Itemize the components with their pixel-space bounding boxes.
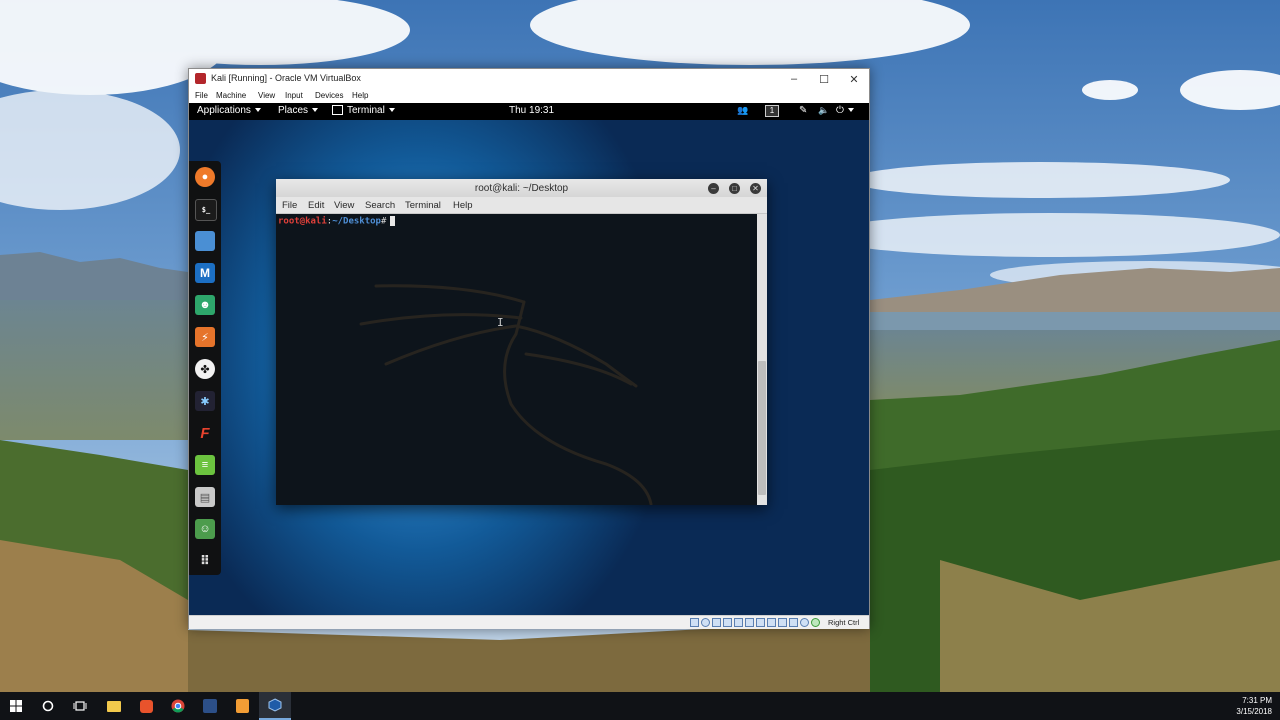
cortana-button[interactable] xyxy=(32,692,64,720)
vbox-status-bar: Right Ctrl xyxy=(189,615,869,629)
shared-folders-icon[interactable] xyxy=(745,618,754,627)
video-capture-icon[interactable] xyxy=(767,618,776,627)
term-menu-search[interactable]: Search xyxy=(365,200,395,211)
metasploit-icon[interactable]: M xyxy=(195,263,215,283)
beef-icon[interactable]: ✱ xyxy=(195,391,215,411)
terminal-icon[interactable]: $_ xyxy=(195,199,217,221)
burp-suite-icon[interactable]: ⚡ xyxy=(195,327,215,347)
terminal-title: root@kali: ~/Desktop xyxy=(474,183,569,194)
brave-taskbar[interactable] xyxy=(130,692,162,720)
terminal-maximize-button[interactable]: □ xyxy=(729,183,740,194)
display-icon[interactable] xyxy=(756,618,765,627)
power-icon[interactable]: ⏻ xyxy=(836,105,854,116)
term-menu-edit[interactable]: Edit xyxy=(308,200,324,211)
volume-icon[interactable]: 🔈 xyxy=(818,105,829,116)
cortana-circle-icon xyxy=(42,700,54,712)
places-menu[interactable]: Places xyxy=(278,105,319,116)
gnome-top-bar: Applications Places Terminal Thu 19:31 👥… xyxy=(189,103,869,120)
vbox-menu-input[interactable]: Input xyxy=(285,91,303,100)
firefox-icon[interactable]: ● xyxy=(195,167,215,187)
show-applications-icon[interactable]: ⠿ xyxy=(195,551,215,571)
start-button[interactable] xyxy=(0,692,32,720)
kali-avatar-icon[interactable]: ☺ xyxy=(195,519,215,539)
mouse-integration-icon[interactable] xyxy=(789,618,798,627)
people-icon[interactable]: 👥 xyxy=(737,105,748,116)
term-menu-help[interactable]: Help xyxy=(453,200,473,211)
shell-prompt: root@kali:~/Desktop# xyxy=(278,216,396,227)
brave-icon xyxy=(139,699,153,713)
terminal-scrollbar-thumb[interactable] xyxy=(758,361,766,495)
vt-x-icon[interactable] xyxy=(778,618,787,627)
virtualbox-taskbar[interactable] xyxy=(259,692,291,720)
chrome-taskbar[interactable] xyxy=(162,692,194,720)
vbox-window-title: Kali [Running] - Oracle VM VirtualBox xyxy=(211,73,361,83)
terminal-close-button[interactable]: ✕ xyxy=(750,183,761,194)
file-explorer-taskbar[interactable] xyxy=(98,692,130,720)
blue-app-taskbar[interactable] xyxy=(194,692,226,720)
armitage-icon[interactable]: ☻ xyxy=(195,295,215,315)
folder-icon xyxy=(107,700,121,712)
task-view-button[interactable] xyxy=(64,692,96,720)
windows-logo-icon xyxy=(10,700,22,712)
sublime-text-icon xyxy=(235,699,249,713)
minimize-button[interactable]: – xyxy=(779,69,809,89)
optical-drive-icon[interactable] xyxy=(701,618,710,627)
maximize-button[interactable]: ☐ xyxy=(809,69,839,89)
dash-dock: ● $_ M ☻ ⚡ ✤ ✱ F ≡ ▤ ☺ ⠿ xyxy=(189,161,221,575)
hard-disk-icon[interactable] xyxy=(690,618,699,627)
terminal-window[interactable]: root@kali: ~/Desktop – □ ✕ File Edit Vie… xyxy=(276,179,767,505)
terminal-menubar: File Edit View Search Terminal Help xyxy=(276,197,767,214)
close-button[interactable]: ✕ xyxy=(839,69,869,89)
keyboard-capture-icon[interactable] xyxy=(800,618,809,627)
prompt-user: root@kali xyxy=(278,216,327,227)
taskbar-time: 7:31 PM xyxy=(1242,696,1272,705)
blue-app-icon xyxy=(203,699,217,713)
taskbar-date: 3/15/2018 xyxy=(1236,707,1272,716)
host-key-icon[interactable] xyxy=(811,618,820,627)
term-menu-view[interactable]: View xyxy=(334,200,354,211)
terminal-small-icon xyxy=(332,105,343,116)
term-menu-terminal[interactable]: Terminal xyxy=(405,200,441,211)
terminal-app-menu[interactable]: Terminal xyxy=(332,105,395,116)
pen-icon[interactable]: ✎ xyxy=(799,105,807,116)
virtualbox-cube-icon xyxy=(268,698,282,712)
vbox-menu-machine[interactable]: Machine xyxy=(216,91,246,100)
cutycapt-icon[interactable]: ▤ xyxy=(195,487,215,507)
virtualbox-window[interactable]: Kali [Running] - Oracle VM VirtualBox – … xyxy=(188,68,870,629)
text-cursor xyxy=(390,216,396,226)
vbox-menu-devices[interactable]: Devices xyxy=(315,91,343,100)
guest-screen[interactable]: Applications Places Terminal Thu 19:31 👥… xyxy=(189,103,869,615)
prompt-path: ~/Desktop xyxy=(332,216,381,227)
ibeam-cursor-icon: I xyxy=(497,316,504,329)
vbox-menubar: File Machine View Input Devices Help xyxy=(189,89,869,103)
maltego-icon[interactable]: ✤ xyxy=(195,359,215,379)
vbox-menu-view[interactable]: View xyxy=(258,91,275,100)
terminal-titlebar[interactable]: root@kali: ~/Desktop – □ ✕ xyxy=(276,179,767,197)
vbox-menu-help[interactable]: Help xyxy=(352,91,368,100)
term-menu-file[interactable]: File xyxy=(282,200,297,211)
audio-icon[interactable] xyxy=(712,618,721,627)
terminal-minimize-button[interactable]: – xyxy=(708,183,719,194)
vbox-menu-file[interactable]: File xyxy=(195,91,208,100)
prompt-char: # xyxy=(380,216,387,227)
chrome-icon xyxy=(171,699,185,713)
network-icon[interactable] xyxy=(723,618,732,627)
windows-taskbar: 7:31 PM 3/15/2018 xyxy=(0,692,1280,720)
faraday-icon[interactable]: F xyxy=(195,423,215,443)
leafpad-icon[interactable]: ≡ xyxy=(195,455,215,475)
topbar-clock[interactable]: Thu 19:31 xyxy=(509,105,554,116)
workspace-indicator[interactable]: 1 xyxy=(765,105,779,117)
usb-icon[interactable] xyxy=(734,618,743,627)
sublime-text-taskbar[interactable] xyxy=(226,692,258,720)
task-view-icon xyxy=(73,701,87,711)
terminal-body[interactable]: root@kali:~/Desktop# I xyxy=(276,214,757,505)
vbox-titlebar[interactable]: Kali [Running] - Oracle VM VirtualBox – … xyxy=(189,69,869,89)
virtualbox-icon xyxy=(195,73,206,84)
kali-dragon-watermark xyxy=(359,284,653,505)
taskbar-clock[interactable]: 7:31 PM 3/15/2018 xyxy=(1236,695,1272,717)
host-key-label: Right Ctrl xyxy=(828,618,860,627)
files-icon[interactable] xyxy=(195,231,215,251)
applications-menu[interactable]: Applications xyxy=(197,105,261,116)
terminal-scrollbar[interactable] xyxy=(757,214,767,505)
